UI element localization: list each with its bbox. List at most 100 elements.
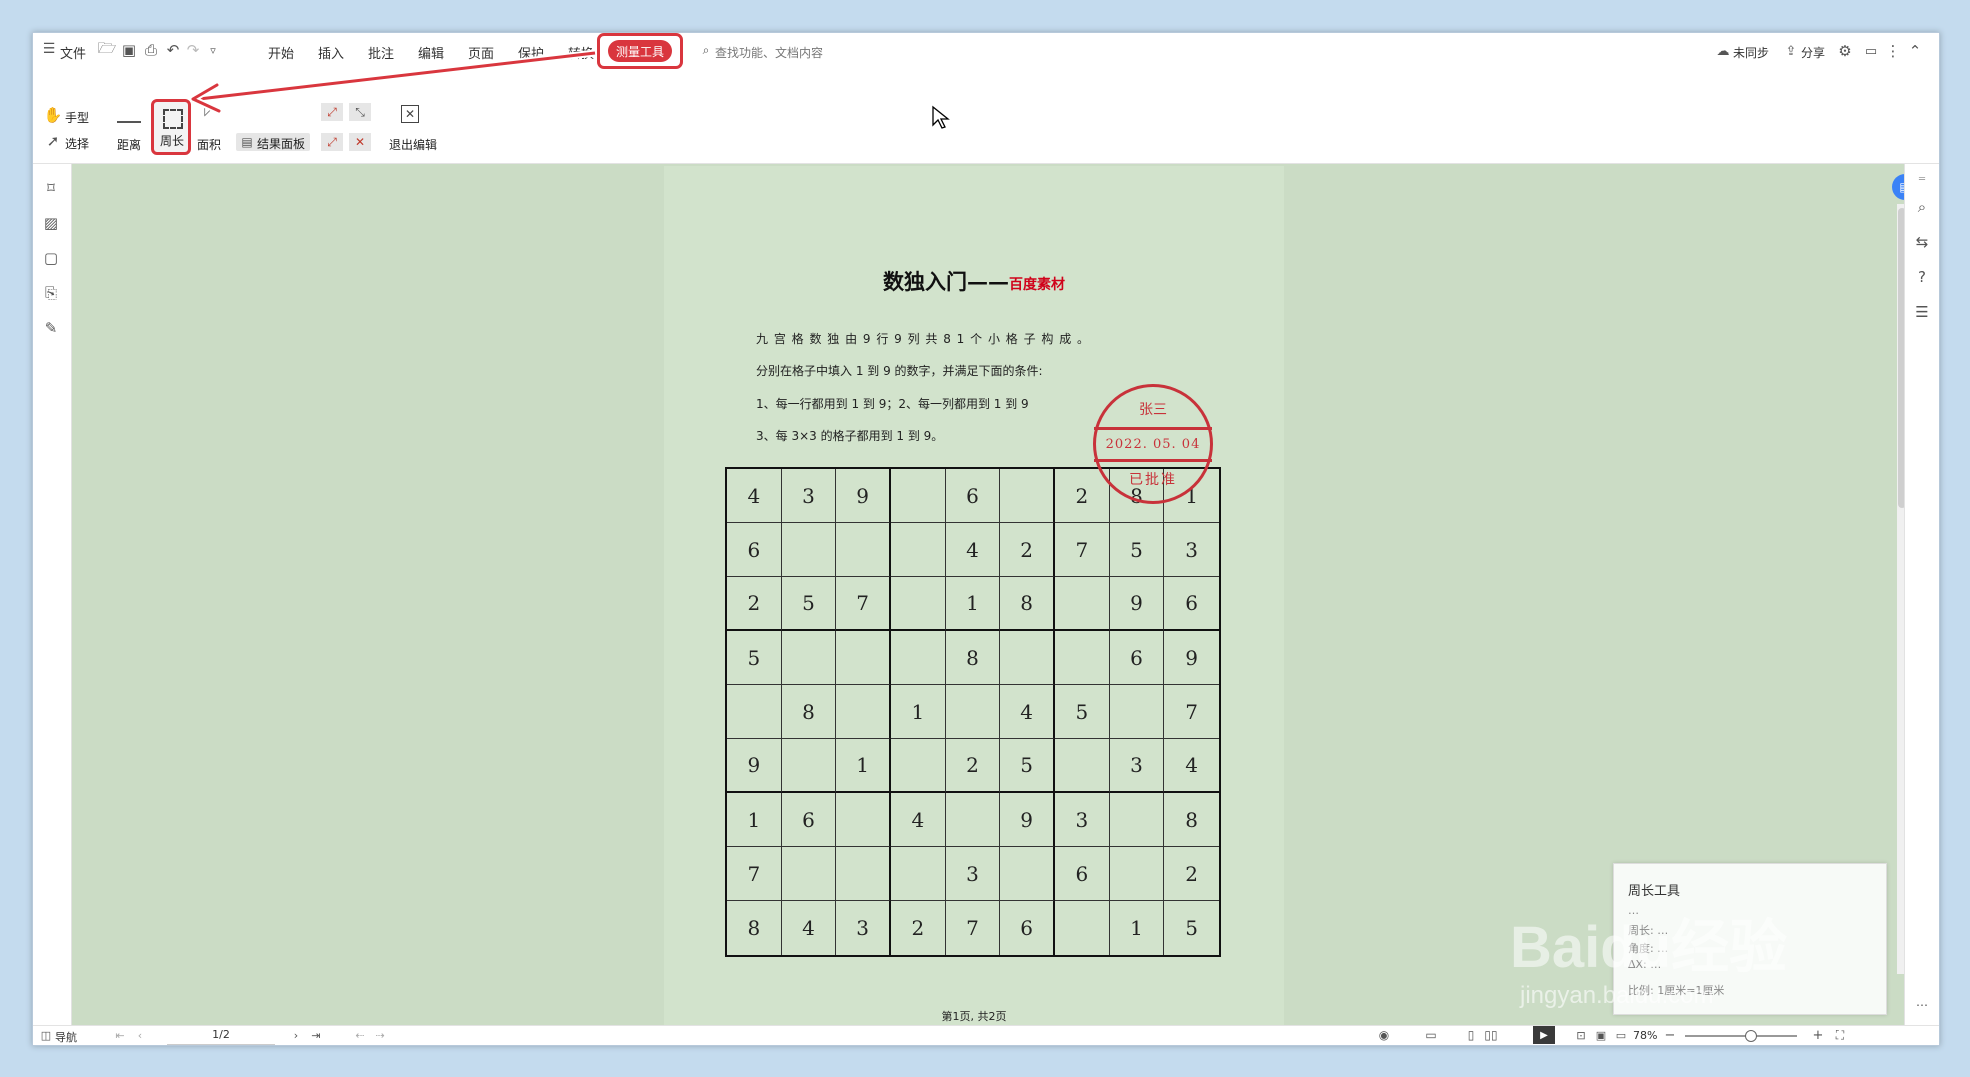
approval-stamp: 张三 2022. 05. 04 已批准 xyxy=(1093,384,1213,504)
sudoku-cell: 3 xyxy=(781,469,837,523)
nav-pane-icon[interactable]: ◫ xyxy=(39,1028,53,1042)
share-icon[interactable]: ⇪ xyxy=(1783,43,1799,59)
adjust-icon[interactable]: ☰ xyxy=(1912,302,1932,322)
sudoku-cell: 2 xyxy=(1000,523,1055,577)
sudoku-cell xyxy=(1000,631,1055,685)
next-page-icon[interactable]: › xyxy=(289,1028,303,1042)
sudoku-cell xyxy=(891,523,946,577)
play-icon[interactable]: ▶ xyxy=(1533,1026,1555,1044)
sudoku-cell: 2 xyxy=(727,577,782,631)
sudoku-cell: 8 xyxy=(1164,793,1219,847)
collapse-ribbon-icon[interactable]: ⌃ xyxy=(1907,42,1923,60)
title-suffix: 百度素材 xyxy=(1009,277,1065,293)
sudoku-cell: 4 xyxy=(1164,739,1219,793)
sidebar-collapse-icon[interactable]: ═ xyxy=(1912,174,1932,185)
sudoku-cell: 9 xyxy=(1109,577,1165,631)
sudoku-cell xyxy=(727,685,782,739)
left-sidebar: ⌑ ▨ ▢ ⎘ ✎ xyxy=(33,164,72,1034)
sudoku-cell xyxy=(945,793,1001,847)
share-button[interactable]: 分享 xyxy=(1801,44,1825,61)
continuous-page-icon[interactable]: ▯ xyxy=(1463,1028,1479,1042)
sudoku-cell: 4 xyxy=(1000,685,1055,739)
sudoku-cell xyxy=(781,739,837,793)
sudoku-cell xyxy=(1109,847,1165,901)
help-icon[interactable]: ? xyxy=(1912,267,1932,287)
sudoku-cell xyxy=(1109,793,1165,847)
zoom-in-icon[interactable]: + xyxy=(1811,1028,1825,1043)
sudoku-cell: 7 xyxy=(1164,685,1219,739)
two-page-icon[interactable]: ▯▯ xyxy=(1483,1028,1499,1042)
sudoku-cell xyxy=(891,847,946,901)
sudoku-cell: 9 xyxy=(836,469,891,523)
sudoku-cell: 2 xyxy=(1164,847,1219,901)
zoom-slider-thumb[interactable] xyxy=(1745,1030,1757,1042)
nav-pane-button[interactable]: 导航 xyxy=(55,1029,77,1045)
sudoku-cell xyxy=(945,685,1001,739)
sudoku-cell: 1 xyxy=(891,685,946,739)
zoom-slider[interactable] xyxy=(1685,1030,1797,1042)
sudoku-cell: 2 xyxy=(945,739,1001,793)
last-page-icon[interactable]: ⇥ xyxy=(309,1028,323,1042)
document-title: 数独入门——百度素材 xyxy=(664,266,1284,296)
sudoku-cell: 3 xyxy=(1164,523,1219,577)
sudoku-cell: 6 xyxy=(1164,577,1219,631)
sudoku-cell: 3 xyxy=(1055,793,1110,847)
sudoku-cell: 1 xyxy=(727,793,782,847)
sudoku-cell: 4 xyxy=(782,901,837,955)
translate-icon[interactable]: ⇆ xyxy=(1912,232,1932,252)
sudoku-cell: 5 xyxy=(1055,685,1110,739)
eye-protect-icon[interactable]: ◉ xyxy=(1375,1028,1393,1042)
actual-size-icon[interactable]: ⊡ xyxy=(1573,1028,1589,1042)
sudoku-cell: 3 xyxy=(1109,739,1165,793)
forward-icon[interactable]: ⇢ xyxy=(373,1028,387,1042)
sudoku-cell: 6 xyxy=(1000,901,1055,955)
bookmark-icon[interactable]: ⌑ xyxy=(41,178,61,198)
sudoku-cell: 6 xyxy=(781,793,837,847)
page-number-input[interactable]: 1/2 xyxy=(167,1028,275,1045)
sync-status[interactable]: 未同步 xyxy=(1733,44,1769,61)
settings-icon[interactable]: ⚙ xyxy=(1837,42,1853,60)
first-page-icon[interactable]: ⇤ xyxy=(113,1028,127,1042)
stamp-name: 张三 xyxy=(1139,402,1167,418)
prev-page-icon[interactable]: ‹ xyxy=(133,1028,147,1042)
sudoku-cell: 7 xyxy=(836,577,891,631)
fit-page-icon[interactable]: ▣ xyxy=(1593,1028,1609,1042)
thumbnail-icon[interactable]: ▨ xyxy=(41,213,61,233)
sudoku-cell: 8 xyxy=(781,685,837,739)
sudoku-cell: 7 xyxy=(1055,523,1110,577)
sudoku-cell: 9 xyxy=(1000,793,1055,847)
zoom-out-icon[interactable]: − xyxy=(1663,1028,1677,1043)
sudoku-cell xyxy=(1000,469,1055,523)
more-options-icon[interactable]: ⋮ xyxy=(1885,42,1901,60)
stamp-divider-bottom xyxy=(1094,459,1212,462)
annotation-arrow xyxy=(189,49,596,115)
sudoku-cell: 8 xyxy=(1000,577,1055,631)
stamp-date: 2022. 05. 04 xyxy=(1105,437,1201,452)
sudoku-cell xyxy=(781,847,837,901)
sudoku-cell xyxy=(781,523,837,577)
signature-icon[interactable]: ✎ xyxy=(41,318,61,338)
annotation-list-icon[interactable]: ▢ xyxy=(41,248,61,268)
sudoku-cell: 3 xyxy=(836,901,891,955)
intro-line-1: 九 宫 格 数 独 由 9 行 9 列 共 8 1 个 小 格 子 构 成 。 xyxy=(756,332,1091,346)
fullscreen-icon[interactable]: ⛶ xyxy=(1833,1028,1847,1042)
single-page-icon[interactable]: ▭ xyxy=(1423,1028,1439,1042)
sudoku-cell: 4 xyxy=(891,793,946,847)
more-sidebar-icon[interactable]: ⋯ xyxy=(1912,997,1932,1013)
page-footer: 第1页, 共2页 xyxy=(941,1010,1007,1023)
sudoku-cell: 8 xyxy=(727,901,782,955)
attachment-icon[interactable]: ⎘ xyxy=(41,283,61,303)
comment-icon[interactable]: ▭ xyxy=(1863,43,1879,59)
ai-search-icon[interactable]: ⌕ xyxy=(1912,197,1932,217)
watermark-url: jingyan.baidu.com xyxy=(1520,982,1714,1009)
status-bar: ◫ 导航 ⇤ ‹ 1/2 › ⇥ ⇠ ⇢ ◉ ▭ ▯ ▯▯ ▶ ⊡ ▣ ▭ 78… xyxy=(33,1025,1939,1045)
zoom-level[interactable]: 78% xyxy=(1633,1029,1657,1042)
sudoku-cell xyxy=(891,577,946,631)
back-icon[interactable]: ⇠ xyxy=(353,1028,367,1042)
cloud-sync-icon[interactable]: ☁ xyxy=(1715,43,1731,59)
fit-width-icon[interactable]: ▭ xyxy=(1613,1028,1629,1042)
mouse-cursor-icon xyxy=(932,105,950,129)
search-input[interactable]: 查找功能、文档内容 xyxy=(715,44,823,61)
stamp-status: 已批准 xyxy=(1129,472,1177,488)
sudoku-cell xyxy=(836,847,891,901)
